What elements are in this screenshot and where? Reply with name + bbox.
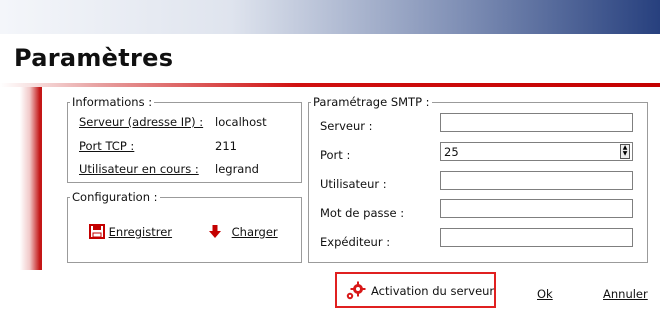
page-title: Paramètres: [14, 44, 174, 72]
smtp-sender-label: Expéditeur :: [320, 235, 391, 249]
smtp-user-label: Utilisateur :: [320, 177, 387, 191]
activation-server-button[interactable]: Activation du serveur: [335, 272, 496, 308]
port-tcp-label: Port TCP :: [79, 139, 135, 153]
informations-legend: Informations :: [72, 95, 153, 109]
smtp-port-stepper[interactable]: 25 ▲ ▼: [440, 142, 633, 161]
smtp-port-value: 25: [444, 145, 459, 159]
smtp-legend: Paramétrage SMTP :: [313, 95, 430, 109]
spin-down-icon[interactable]: ▼: [621, 151, 629, 157]
port-spin-buttons[interactable]: ▲ ▼: [620, 144, 630, 159]
save-button-label: Enregistrer: [108, 225, 173, 239]
floppy-disk-icon: [89, 224, 105, 239]
ok-button[interactable]: Ok: [537, 287, 553, 301]
smtp-server-input[interactable]: [440, 113, 633, 132]
button-bar: [0, 270, 660, 311]
smtp-port-label: Port :: [320, 148, 351, 162]
load-button-label: Charger: [231, 225, 278, 239]
server-ip-value: localhost: [215, 115, 267, 129]
port-tcp-value: 211: [215, 139, 237, 153]
smtp-sender-input[interactable]: [440, 228, 633, 247]
save-button[interactable]: Enregistrer: [89, 224, 172, 239]
load-button[interactable]: Charger: [208, 224, 278, 239]
down-arrow-icon: [209, 225, 221, 238]
smtp-server-label: Serveur :: [320, 119, 373, 133]
current-user-label: Utilisateur en cours :: [79, 162, 199, 176]
smtp-user-input[interactable]: [440, 171, 633, 190]
activation-server-label: Activation du serveur: [371, 284, 495, 298]
gears-icon: [346, 281, 366, 300]
server-ip-label: Serveur (adresse IP) :: [79, 115, 204, 129]
cancel-button[interactable]: Annuler: [603, 287, 648, 301]
window-title-bar: [0, 0, 660, 34]
current-user-value: legrand: [215, 162, 259, 176]
smtp-password-label: Mot de passe :: [320, 206, 405, 220]
configuration-legend: Configuration :: [72, 190, 158, 204]
smtp-password-input[interactable]: [440, 199, 633, 218]
